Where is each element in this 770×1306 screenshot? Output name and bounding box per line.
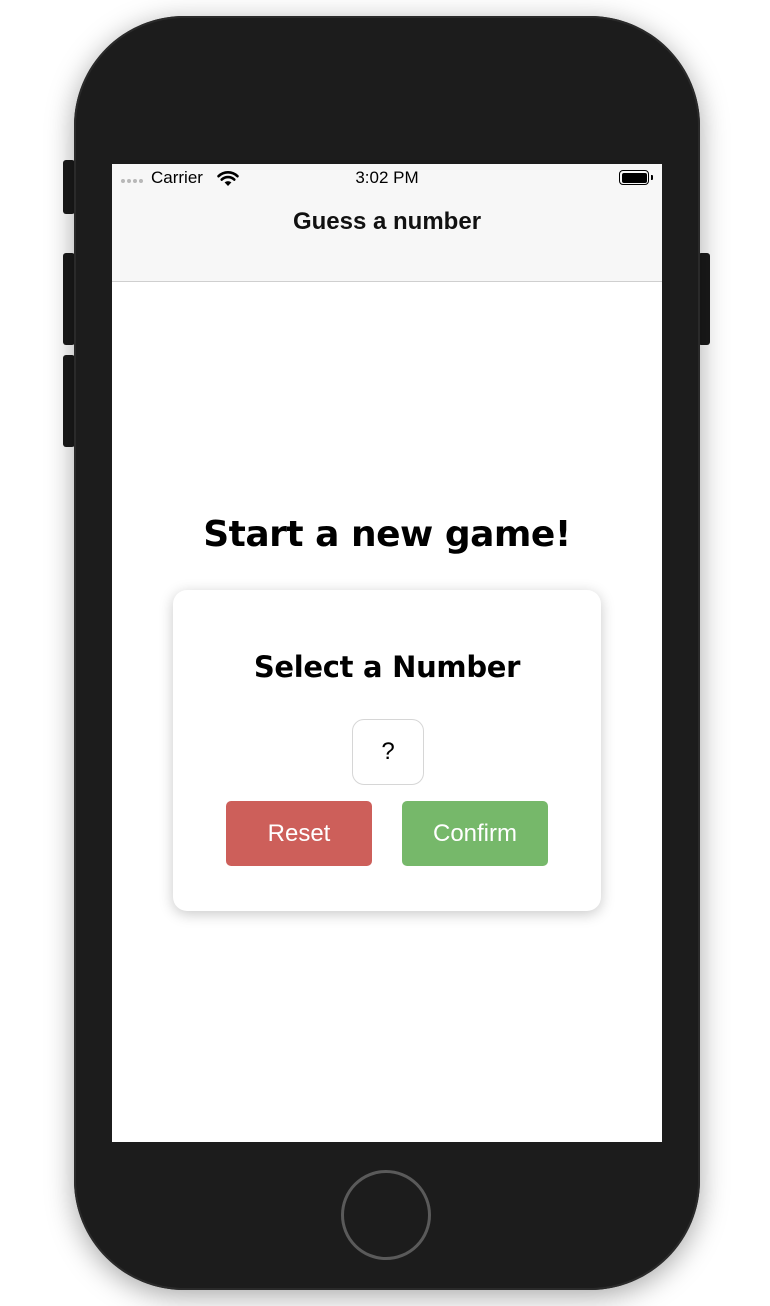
- app-screen: Carrier 3:02 PM Guess a number Start a n…: [112, 164, 662, 1142]
- start-game-heading: Start a new game!: [203, 514, 571, 555]
- battery-icon: [619, 170, 649, 185]
- home-button[interactable]: [341, 1170, 431, 1260]
- status-bar: Carrier 3:02 PM: [112, 164, 662, 194]
- page: Carrier 3:02 PM Guess a number Start a n…: [0, 0, 770, 1306]
- reset-button[interactable]: Reset: [226, 801, 372, 866]
- battery-tip: [651, 175, 653, 180]
- select-number-card: Select a Number ? Reset Confirm: [173, 590, 601, 911]
- number-input[interactable]: ?: [352, 719, 424, 785]
- status-time: 3:02 PM: [355, 168, 419, 187]
- confirm-button[interactable]: Confirm: [402, 801, 548, 866]
- navigation-bar: Carrier 3:02 PM Guess a number: [112, 164, 662, 282]
- page-title: Guess a number: [292, 208, 482, 235]
- card-title: Select a Number: [253, 650, 521, 684]
